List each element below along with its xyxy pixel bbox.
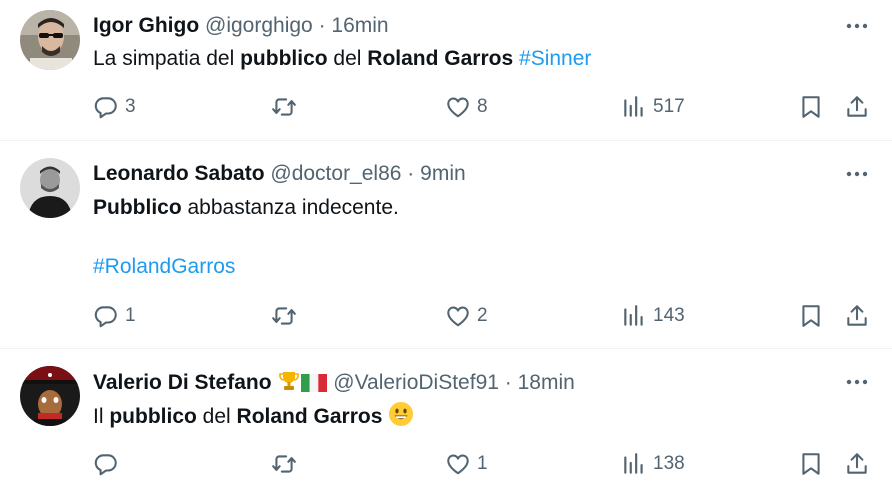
tweet-header: Valerio Di Stefano @ValerioDiStef91 · 18… — [93, 369, 575, 396]
author-name[interactable]: Leonardo Sabato — [93, 162, 265, 185]
timestamp[interactable]: 16min — [331, 14, 388, 37]
bookmark-icon — [798, 303, 824, 329]
reply-button[interactable]: 3 — [93, 92, 136, 122]
avatar[interactable] — [20, 158, 80, 218]
like-button[interactable]: 2 — [445, 301, 488, 331]
share-button[interactable] — [844, 92, 870, 122]
separator-dot: · — [407, 162, 415, 185]
bookmark-button[interactable] — [798, 301, 824, 331]
reply-icon — [93, 303, 119, 329]
like-count: 8 — [477, 96, 488, 117]
tweet-card[interactable]: Igor Ghigo @igorghigo · 16min La simpati… — [0, 0, 892, 141]
text-segment: La simpatia del — [93, 47, 241, 70]
text-bold: pubblico — [109, 405, 197, 428]
share-button[interactable] — [844, 301, 870, 331]
bookmark-button[interactable] — [798, 449, 824, 479]
share-icon — [844, 451, 870, 477]
views-count: 138 — [653, 453, 685, 474]
timestamp[interactable]: 18min — [518, 371, 575, 394]
text-segment: Il — [93, 405, 110, 428]
retweet-icon — [271, 94, 297, 120]
reply-icon — [93, 451, 119, 477]
reply-button[interactable]: 1 — [93, 301, 136, 331]
hashtag-link[interactable]: #RolandGarros — [93, 255, 235, 278]
like-icon — [445, 303, 471, 329]
tweet-feed: Igor Ghigo @igorghigo · 16min La simpati… — [0, 0, 892, 500]
more-icon[interactable] — [844, 16, 870, 36]
action-bar: 1 2 143 — [93, 301, 873, 331]
like-icon — [445, 94, 471, 120]
tweet-text: Pubblico abbastanza indecente. — [93, 194, 399, 222]
views-icon — [621, 451, 647, 477]
reply-count: 3 — [125, 96, 136, 117]
avatar[interactable] — [20, 366, 80, 426]
reply-icon — [93, 94, 119, 120]
action-bar: 3 8 517 — [93, 92, 873, 122]
tweet-text: Il pubblico del Roland Garros — [93, 401, 414, 431]
author-handle[interactable]: @doctor_el86 — [270, 162, 401, 185]
like-button[interactable]: 1 — [445, 449, 488, 479]
author-handle[interactable]: @igorghigo — [205, 14, 313, 37]
author-name[interactable]: Valerio Di Stefano — [93, 371, 272, 394]
text-bold: Roland Garros — [367, 47, 514, 70]
more-icon[interactable] — [844, 164, 870, 184]
avatar[interactable] — [20, 10, 80, 70]
retweet-button[interactable] — [271, 301, 303, 331]
share-icon — [844, 303, 870, 329]
tweet-card[interactable]: Leonardo Sabato @doctor_el86 · 9min Pubb… — [0, 140, 892, 349]
retweet-button[interactable] — [271, 92, 303, 122]
text-bold: pubblico — [240, 47, 328, 70]
tweet-text: La simpatia del pubblico del Roland Garr… — [93, 45, 591, 73]
views-icon — [621, 303, 647, 329]
text-segment: abbastanza indecente. — [181, 196, 399, 219]
reply-button[interactable] — [93, 449, 125, 479]
author-name[interactable]: Igor Ghigo — [93, 14, 199, 37]
like-button[interactable]: 8 — [445, 92, 488, 122]
tweet-header: Leonardo Sabato @doctor_el86 · 9min — [93, 161, 466, 187]
text-segment: del — [327, 47, 368, 70]
views-button[interactable]: 517 — [621, 92, 685, 122]
timestamp[interactable]: 9min — [420, 162, 466, 185]
bookmark-button[interactable] — [798, 92, 824, 122]
retweet-button[interactable] — [271, 449, 303, 479]
more-icon[interactable] — [844, 372, 870, 392]
trophy-icon — [279, 372, 300, 390]
views-button[interactable]: 138 — [621, 449, 685, 479]
like-count: 1 — [477, 453, 488, 474]
italy-flag-icon — [301, 374, 328, 392]
retweet-icon — [271, 451, 297, 477]
share-button[interactable] — [844, 449, 870, 479]
tweet-card[interactable]: Valerio Di Stefano @ValerioDiStef91 · 18… — [0, 348, 892, 500]
grinning-emoji-icon — [389, 402, 414, 426]
reply-count: 1 — [125, 305, 136, 326]
action-bar: 1 138 — [93, 449, 873, 479]
tweet-hashtag-line: #RolandGarros — [93, 253, 235, 281]
bookmark-icon — [798, 451, 824, 477]
separator-dot: · — [504, 371, 512, 394]
author-handle[interactable]: @ValerioDiStef91 — [333, 371, 499, 394]
share-icon — [844, 94, 870, 120]
views-count: 517 — [653, 96, 685, 117]
tweet-header: Igor Ghigo @igorghigo · 16min — [93, 13, 389, 39]
text-bold: Pubblico — [93, 196, 182, 219]
retweet-icon — [271, 303, 297, 329]
like-icon — [445, 451, 471, 477]
bookmark-icon — [798, 94, 824, 120]
text-bold: Roland Garros — [236, 405, 383, 428]
views-icon — [621, 94, 647, 120]
views-count: 143 — [653, 305, 685, 326]
like-count: 2 — [477, 305, 488, 326]
hashtag-link[interactable]: #Sinner — [519, 47, 591, 70]
text-segment: del — [196, 405, 237, 428]
views-button[interactable]: 143 — [621, 301, 685, 331]
separator-dot: · — [318, 14, 326, 37]
